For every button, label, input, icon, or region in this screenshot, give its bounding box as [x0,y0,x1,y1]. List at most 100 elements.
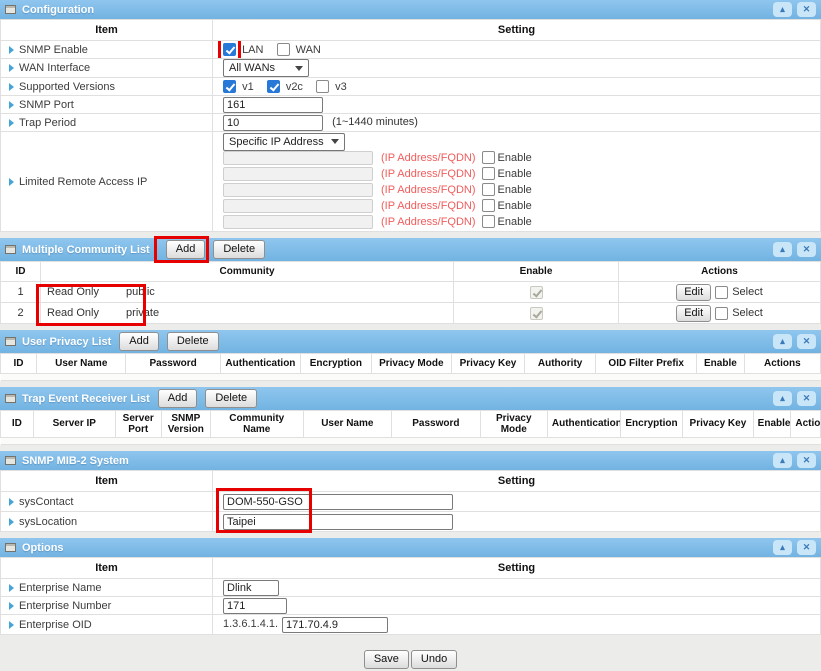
enable-label: Enable [498,152,532,164]
column-header-setting: Setting [213,471,821,492]
section-title-trap: Trap Event Receiver List [22,393,150,405]
remote-ip-enable-checkbox-3[interactable] [482,183,495,196]
table-header-row: ID User Name Password Authentication Enc… [1,354,821,374]
remote-ip-input-5[interactable] [223,215,373,229]
collapse-icon[interactable]: ▴ [773,2,792,17]
section-title-mib2: SNMP MIB-2 System [22,455,129,467]
community-delete-button[interactable]: Delete [213,240,265,259]
selected-option: Specific IP Address [229,136,324,148]
bullet-icon [9,101,14,109]
table-header-row: ID Server IP Server Port SNMP Version Co… [1,411,821,438]
section-header-mib2: SNMP MIB-2 System ▴ ✕ [0,451,821,470]
row-label: SNMP Port [19,99,74,111]
remote-ip-input-4[interactable] [223,199,373,213]
close-icon[interactable]: ✕ [797,391,816,406]
section-header-community: Multiple Community List Add Delete ▴ ✕ [0,238,821,261]
remote-ip-enable-checkbox-5[interactable] [482,215,495,228]
community-row: 2 Read Only private Edit Select [1,303,821,324]
enterprise-number-input[interactable] [223,598,287,614]
syslocation-input[interactable] [223,514,453,530]
collapse-icon[interactable]: ▴ [773,391,792,406]
close-icon[interactable]: ✕ [797,334,816,349]
trap-table: ID Server IP Server Port SNMP Version Co… [0,410,821,445]
enterprise-name-input[interactable] [223,580,279,596]
column-header: ID [1,262,41,282]
collapse-icon[interactable]: ▴ [773,540,792,555]
v3-label: v3 [335,81,347,93]
footer-bar: Save Undo [0,635,821,671]
remote-ip-row: (IP Address/FQDN) Enable [223,182,816,197]
snmp-enable-wan-checkbox[interactable] [277,43,290,56]
collapse-icon[interactable]: ▴ [773,453,792,468]
save-button[interactable]: Save [364,650,409,669]
wan-interface-select[interactable]: All WANs [223,59,309,77]
community-table-wrap: ID Community Enable Actions 1 Read Only … [0,261,821,324]
column-header: Authority [524,354,595,374]
window-controls: ▴ ✕ [773,242,816,257]
edit-button[interactable]: Edit [676,305,711,322]
remote-access-mode-select[interactable]: Specific IP Address [223,133,345,151]
chevron-down-icon [331,139,339,144]
column-header: ID [1,411,34,438]
column-header: Enable [753,411,791,438]
table-header-row: Item Setting [1,471,821,492]
trap-add-button[interactable]: Add [158,389,198,408]
column-header: Enable [697,354,745,374]
column-header: Actions [791,411,821,438]
window-icon [5,394,16,403]
remote-ip-enable-checkbox-4[interactable] [482,199,495,212]
enterprise-oid-input[interactable] [282,617,388,633]
select-label: Select [732,307,763,319]
enable-label: Enable [498,200,532,212]
remote-ip-enable-checkbox-1[interactable] [482,151,495,164]
undo-button[interactable]: Undo [411,650,457,669]
snmp-port-input[interactable] [223,97,323,113]
syscontact-input[interactable] [223,494,453,510]
empty-row [1,438,821,445]
section-title-configuration: Configuration [22,4,94,16]
selected-option: All WANs [229,62,275,74]
close-icon[interactable]: ✕ [797,540,816,555]
remote-ip-input-3[interactable] [223,183,373,197]
collapse-icon[interactable]: ▴ [773,242,792,257]
trap-delete-button[interactable]: Delete [205,389,257,408]
community-add-button[interactable]: Add [166,240,206,259]
select-checkbox[interactable] [715,286,728,299]
remote-ip-row: (IP Address/FQDN) Enable [223,166,816,181]
table-row-supported-versions: Supported Versions v1 v2c v3 [1,78,821,96]
close-icon[interactable]: ✕ [797,2,816,17]
v2c-label: v2c [286,81,303,93]
trap-period-input[interactable] [223,115,323,131]
privacy-delete-button[interactable]: Delete [167,332,219,351]
edit-button[interactable]: Edit [676,284,711,301]
column-header: Authentication [220,354,300,374]
privacy-add-button[interactable]: Add [119,332,159,351]
options-table: Item Setting Enterprise Name Enterprise … [0,557,821,635]
close-icon[interactable]: ✕ [797,453,816,468]
column-header: Encryption [620,411,682,438]
bullet-icon [9,46,14,54]
version-v2c-checkbox[interactable] [267,80,280,93]
column-header: Community Name [210,411,303,438]
remote-ip-input-1[interactable] [223,151,373,165]
version-v1-checkbox[interactable] [223,80,236,93]
row-label: Trap Period [19,117,76,129]
column-header-setting: Setting [213,558,821,579]
community-id: 1 [1,282,41,303]
remote-ip-row: (IP Address/FQDN) Enable [223,150,816,165]
select-checkbox[interactable] [715,307,728,320]
row-label: WAN Interface [19,62,90,74]
column-header: OID Filter Prefix [596,354,697,374]
remote-ip-enable-checkbox-2[interactable] [482,167,495,180]
section-title-community: Multiple Community List [22,244,150,256]
window-icon [5,456,16,465]
table-row-syslocation: sysLocation [1,512,821,532]
remote-ip-input-2[interactable] [223,167,373,181]
column-header: ID [1,354,37,374]
mib2-table: Item Setting sysContact sysLocation [0,470,821,532]
close-icon[interactable]: ✕ [797,242,816,257]
collapse-icon[interactable]: ▴ [773,334,792,349]
snmp-enable-lan-checkbox[interactable] [223,43,236,56]
version-v3-checkbox[interactable] [316,80,329,93]
window-icon [5,337,16,346]
